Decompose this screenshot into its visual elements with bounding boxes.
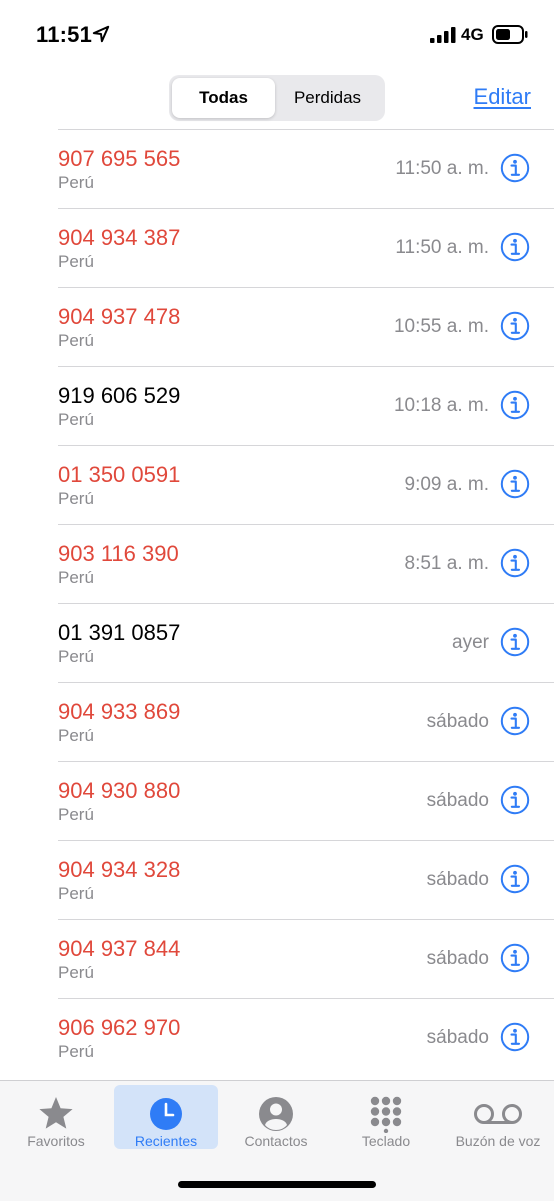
call-number: 904 937 844 xyxy=(58,936,181,961)
info-icon[interactable] xyxy=(500,627,530,657)
call-row[interactable]: 904 937 478 Perú 10:55 a. m. xyxy=(0,287,554,366)
clock-icon xyxy=(150,1098,182,1130)
call-country: Perú xyxy=(58,568,94,587)
location-arrow-icon xyxy=(92,25,110,43)
call-time: 11:50 a. m. xyxy=(395,237,489,258)
recent-calls-list: 907 695 565 Perú 11:50 a. m. 904 934 387 Per… xyxy=(0,129,554,1077)
call-time: sábado xyxy=(426,869,489,890)
call-country: Perú xyxy=(58,1042,94,1061)
info-icon[interactable] xyxy=(500,943,530,973)
contact-icon xyxy=(259,1097,293,1131)
call-row[interactable]: 907 695 565 Perú 11:50 a. m. xyxy=(0,129,554,208)
voicemail-icon xyxy=(474,1104,522,1124)
call-number: 903 116 390 xyxy=(58,541,179,566)
call-time: sábado xyxy=(426,948,489,969)
edit-button[interactable]: Editar xyxy=(474,84,531,110)
info-icon[interactable] xyxy=(500,232,530,262)
keypad-icon xyxy=(370,1096,402,1133)
call-row[interactable]: 904 934 387 Perú 11:50 a. m. xyxy=(0,208,554,287)
battery-icon xyxy=(492,25,528,44)
tab-recientes[interactable]: Recientes xyxy=(114,1085,218,1149)
tab-label: Favoritos xyxy=(27,1133,85,1149)
tab-label: Teclado xyxy=(361,1133,411,1149)
call-row[interactable]: 906 962 970 Perú sábado xyxy=(0,998,554,1077)
info-icon[interactable] xyxy=(500,1022,530,1052)
call-time: sábado xyxy=(426,790,489,811)
call-number: 904 934 328 xyxy=(58,857,181,882)
tab-favoritos[interactable]: Favoritos xyxy=(4,1085,108,1149)
network-type: 4G xyxy=(461,25,484,44)
home-indicator xyxy=(178,1181,376,1188)
call-country: Perú xyxy=(58,410,94,429)
call-country: Perú xyxy=(58,489,94,508)
tab-contactos[interactable]: Contactos xyxy=(224,1085,328,1149)
call-row[interactable]: 903 116 390 Perú 8:51 a. m. xyxy=(0,524,554,603)
call-number: 907 695 565 xyxy=(58,146,181,171)
call-number: 01 391 0857 xyxy=(58,620,181,645)
call-time: sábado xyxy=(426,711,489,732)
call-number: 919 606 529 xyxy=(58,383,181,408)
status-time: 11:51 xyxy=(36,22,93,47)
info-icon[interactable] xyxy=(500,706,530,736)
calls-filter-segmented-control: Todas Perdidas xyxy=(169,75,385,121)
tab-label: Buzón de voz xyxy=(455,1133,541,1149)
info-icon[interactable] xyxy=(500,785,530,815)
call-country: Perú xyxy=(58,963,94,982)
call-number: 904 934 387 xyxy=(58,225,181,250)
call-time: ayer xyxy=(452,632,489,653)
call-country: Perú xyxy=(58,647,94,666)
call-row[interactable]: 919 606 529 Perú 10:18 a. m. xyxy=(0,366,554,445)
call-time: 9:09 a. m. xyxy=(404,474,490,495)
info-icon[interactable] xyxy=(500,153,530,183)
call-country: Perú xyxy=(58,726,94,745)
status-bar: 11:51 4G xyxy=(0,0,554,70)
call-time: 8:51 a. m. xyxy=(404,553,490,574)
info-icon[interactable] xyxy=(500,548,530,578)
call-country: Perú xyxy=(58,173,94,192)
call-country: Perú xyxy=(58,884,94,903)
call-row[interactable]: 904 934 328 Perú sábado xyxy=(0,840,554,919)
call-country: Perú xyxy=(58,805,94,824)
call-row[interactable]: 904 930 880 Perú sábado xyxy=(0,761,554,840)
call-number: 904 930 880 xyxy=(58,778,181,803)
signal-icon xyxy=(430,27,456,43)
call-country: Perú xyxy=(58,252,94,271)
call-number: 904 937 478 xyxy=(58,304,181,329)
call-row[interactable]: 01 391 0857 Perú ayer xyxy=(0,603,554,682)
call-number: 904 933 869 xyxy=(58,699,181,724)
tab-label: Contactos xyxy=(244,1133,308,1149)
star-icon xyxy=(39,1097,73,1129)
call-time: 11:50 a. m. xyxy=(395,158,489,179)
call-number: 906 962 970 xyxy=(58,1015,181,1040)
segment-todas[interactable]: Todas xyxy=(172,78,275,118)
info-icon[interactable] xyxy=(500,864,530,894)
call-row[interactable]: 904 933 869 Perú sábado xyxy=(0,682,554,761)
call-number: 01 350 0591 xyxy=(58,462,181,487)
info-icon[interactable] xyxy=(500,469,530,499)
tab-teclado[interactable]: Teclado xyxy=(334,1085,438,1149)
info-icon[interactable] xyxy=(500,390,530,420)
call-country: Perú xyxy=(58,331,94,350)
tab-label: Recientes xyxy=(134,1133,198,1149)
tab-buzon-de-voz[interactable]: Buzón de voz xyxy=(446,1085,550,1149)
call-time: sábado xyxy=(426,1027,489,1048)
call-row[interactable]: 904 937 844 Perú sábado xyxy=(0,919,554,998)
segment-perdidas[interactable]: Perdidas xyxy=(276,78,379,118)
call-row[interactable]: 01 350 0591 Perú 9:09 a. m. xyxy=(0,445,554,524)
call-time: 10:18 a. m. xyxy=(393,395,489,416)
call-time: 10:55 a. m. xyxy=(393,316,489,337)
info-icon[interactable] xyxy=(500,311,530,341)
